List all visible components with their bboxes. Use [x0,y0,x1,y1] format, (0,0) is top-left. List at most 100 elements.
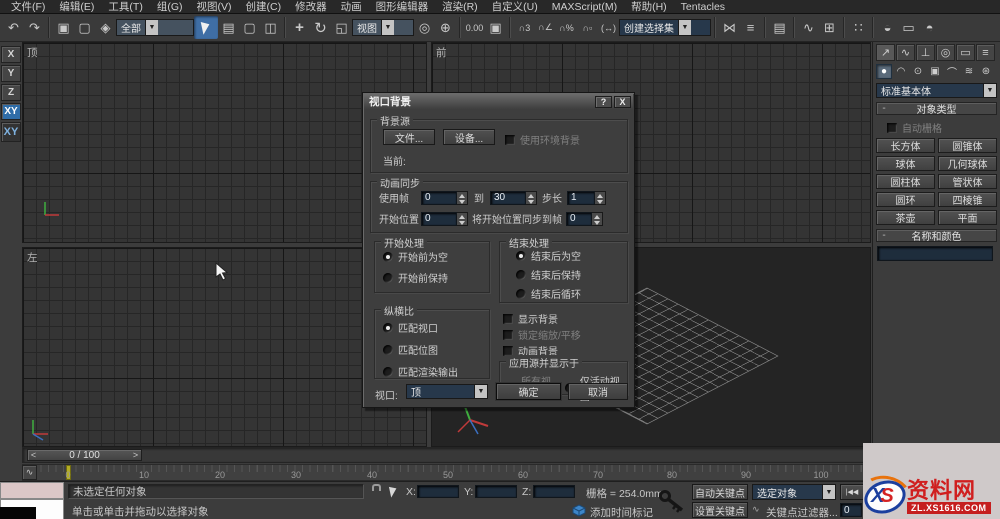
match-bitmap-radio[interactable]: 匹配位图 [383,342,489,357]
geosphere-button[interactable]: 几何球体 [938,156,997,171]
select-and-move-icon[interactable]: + [289,16,310,39]
hierarchy-tab-icon[interactable]: ⊥ [916,44,935,61]
add-time-tag[interactable]: 添加时间标记 [590,505,653,519]
unlink-selection-icon[interactable]: ▢ [74,16,95,39]
dialog-titlebar[interactable]: 视口背景 ? X [364,94,633,109]
plane-button[interactable]: 平面 [938,210,997,225]
teapot-button[interactable]: 茶壶 [876,210,935,225]
next-frame-icon[interactable]: > [130,450,141,460]
undo-icon[interactable]: ↶ [3,16,24,39]
menu-create[interactable]: 创建(C) [239,0,289,14]
motion-tab-icon[interactable]: ◎ [936,44,955,61]
rendered-frame-window-icon[interactable]: ▭ [898,16,919,39]
menu-animation[interactable]: 动画 [334,0,369,14]
modify-tab-icon[interactable]: ∿ [896,44,915,61]
select-and-manipulate-icon[interactable]: ⊕ [435,16,456,39]
geometry-category-icon[interactable]: ● [876,64,892,79]
menu-views[interactable]: 视图(V) [190,0,239,14]
tube-button[interactable]: 管状体 [938,174,997,189]
spinner[interactable] [457,190,468,205]
match-rendering-output-radio[interactable]: 匹配渲染输出 [383,364,489,379]
menu-help[interactable]: 帮助(H) [624,0,674,14]
snaps-3d-icon[interactable]: ∩3 [514,16,535,39]
step-field[interactable]: 1 [567,190,595,205]
menu-graph-editors[interactable]: 图形编辑器 [369,0,436,14]
use-frame-field[interactable]: 0 [421,190,457,205]
systems-category-icon[interactable]: ⊛ [978,64,994,79]
chevron-down-icon[interactable]: ▼ [381,20,394,35]
start-at-field[interactable]: 0 [421,211,457,226]
auto-key-button[interactable]: 自动关键点 [692,484,748,500]
hold-before-start-radio[interactable]: 开始前保持 [383,270,489,285]
help-button[interactable]: ? [595,95,612,108]
key-filter-curve-icon[interactable]: ∿ [752,504,760,515]
viewport-dropdown[interactable]: 顶 ▼ [406,384,488,399]
menu-customize[interactable]: 自定义(U) [485,0,545,14]
shapes-category-icon[interactable]: ◠ [893,64,909,79]
material-editor-icon[interactable]: ∷ [848,16,869,39]
pyramid-button[interactable]: 四棱锥 [938,192,997,207]
menu-maxscript[interactable]: MAXScript(M) [545,1,624,13]
track-bar[interactable]: ∿ 0 10 20 30 40 50 60 70 80 90 100 [22,464,867,481]
render-setup-icon[interactable]: ◒ [877,16,898,39]
quick-render-icon[interactable]: ◓ [919,16,940,39]
object-name-field[interactable] [877,246,993,261]
sync-start-field[interactable]: 0 [566,211,592,226]
restrict-x-button[interactable]: X [1,46,21,63]
blank-after-end-radio[interactable]: 结束后为空 [516,248,627,263]
files-button[interactable]: 文件... [383,129,435,145]
cylinder-button[interactable]: 圆柱体 [876,174,935,189]
menu-modifiers[interactable]: 修改器 [288,0,334,14]
spinner[interactable] [592,211,603,226]
chevron-down-icon[interactable]: ▼ [145,20,158,35]
set-key-button[interactable]: 设置关键点 [692,502,748,518]
isometric-cube-icon[interactable] [572,504,586,517]
devices-button[interactable]: 设备... [443,129,495,145]
window-crossing-icon[interactable]: ◫ [260,16,281,39]
keyboard-override-icon[interactable]: (↔) [598,16,619,39]
maxscript-mini-listener-macro[interactable] [0,482,64,499]
menu-tentacles[interactable]: Tentacles [674,1,732,13]
redo-icon[interactable]: ↷ [24,16,45,39]
restrict-xy-plane-button[interactable]: XY [1,103,21,120]
snap-xy-icon[interactable]: XY [1,122,21,142]
select-and-rotate-icon[interactable]: ↻ [310,16,331,39]
snap-toggle-icon[interactable]: ▣ [485,16,506,39]
blank-before-start-radio[interactable]: 开始前为空 [383,249,489,264]
key-filters-button[interactable]: 关键点过滤器... [766,505,838,519]
mini-curve-editor-icon[interactable]: ∿ [22,465,37,480]
key-mode-dropdown[interactable]: 选定对象 ▼ [752,484,836,500]
create-tab-icon[interactable]: ↗ [876,44,895,61]
chevron-down-icon[interactable]: ▼ [983,84,996,97]
match-viewport-radio[interactable]: 匹配视口 [383,320,489,335]
menu-group[interactable]: 组(G) [150,0,190,14]
menu-edit[interactable]: 编辑(E) [52,0,101,14]
spinner[interactable] [457,211,468,226]
lights-category-icon[interactable]: ⊙ [910,64,926,79]
to-frame-field[interactable]: 30 [490,190,526,205]
name-color-rollout[interactable]: - 名称和颜色 [876,229,997,243]
hold-after-end-radio[interactable]: 结束后保持 [516,267,627,282]
ok-button[interactable]: 确定 [495,382,562,401]
select-by-name-icon[interactable]: ▤ [218,16,239,39]
menu-rendering[interactable]: 渲染(R) [435,0,485,14]
chevron-down-icon[interactable]: ▼ [678,20,691,35]
z-coordinate-field[interactable] [533,485,575,498]
restrict-y-button[interactable]: Y [1,65,21,82]
spacewarps-category-icon[interactable]: ≋ [961,64,977,79]
cone-button[interactable]: 圆锥体 [938,138,997,153]
use-environment-background-checkbox[interactable]: 使用环境背景 [505,132,580,147]
current-frame-field[interactable]: 0 [840,503,862,517]
reference-coordinate-dropdown[interactable]: 视图 ▼ [352,19,414,36]
y-coordinate-field[interactable] [475,485,517,498]
chevron-down-icon[interactable]: ▼ [474,385,487,398]
utilities-tab-icon[interactable]: ≡ [976,44,995,61]
percent-snap-icon[interactable]: ∩% [556,16,577,39]
bind-to-spacewarp-icon[interactable]: ◈ [95,16,116,39]
spinner-snap-icon[interactable]: 0.00 [464,16,485,39]
display-tab-icon[interactable]: ▭ [956,44,975,61]
chevron-down-icon[interactable]: ▼ [822,485,835,499]
time-slider[interactable]: < 0 / 100 > [22,447,867,463]
sphere-button[interactable]: 球体 [876,156,935,171]
menu-file[interactable]: 文件(F) [4,0,52,14]
